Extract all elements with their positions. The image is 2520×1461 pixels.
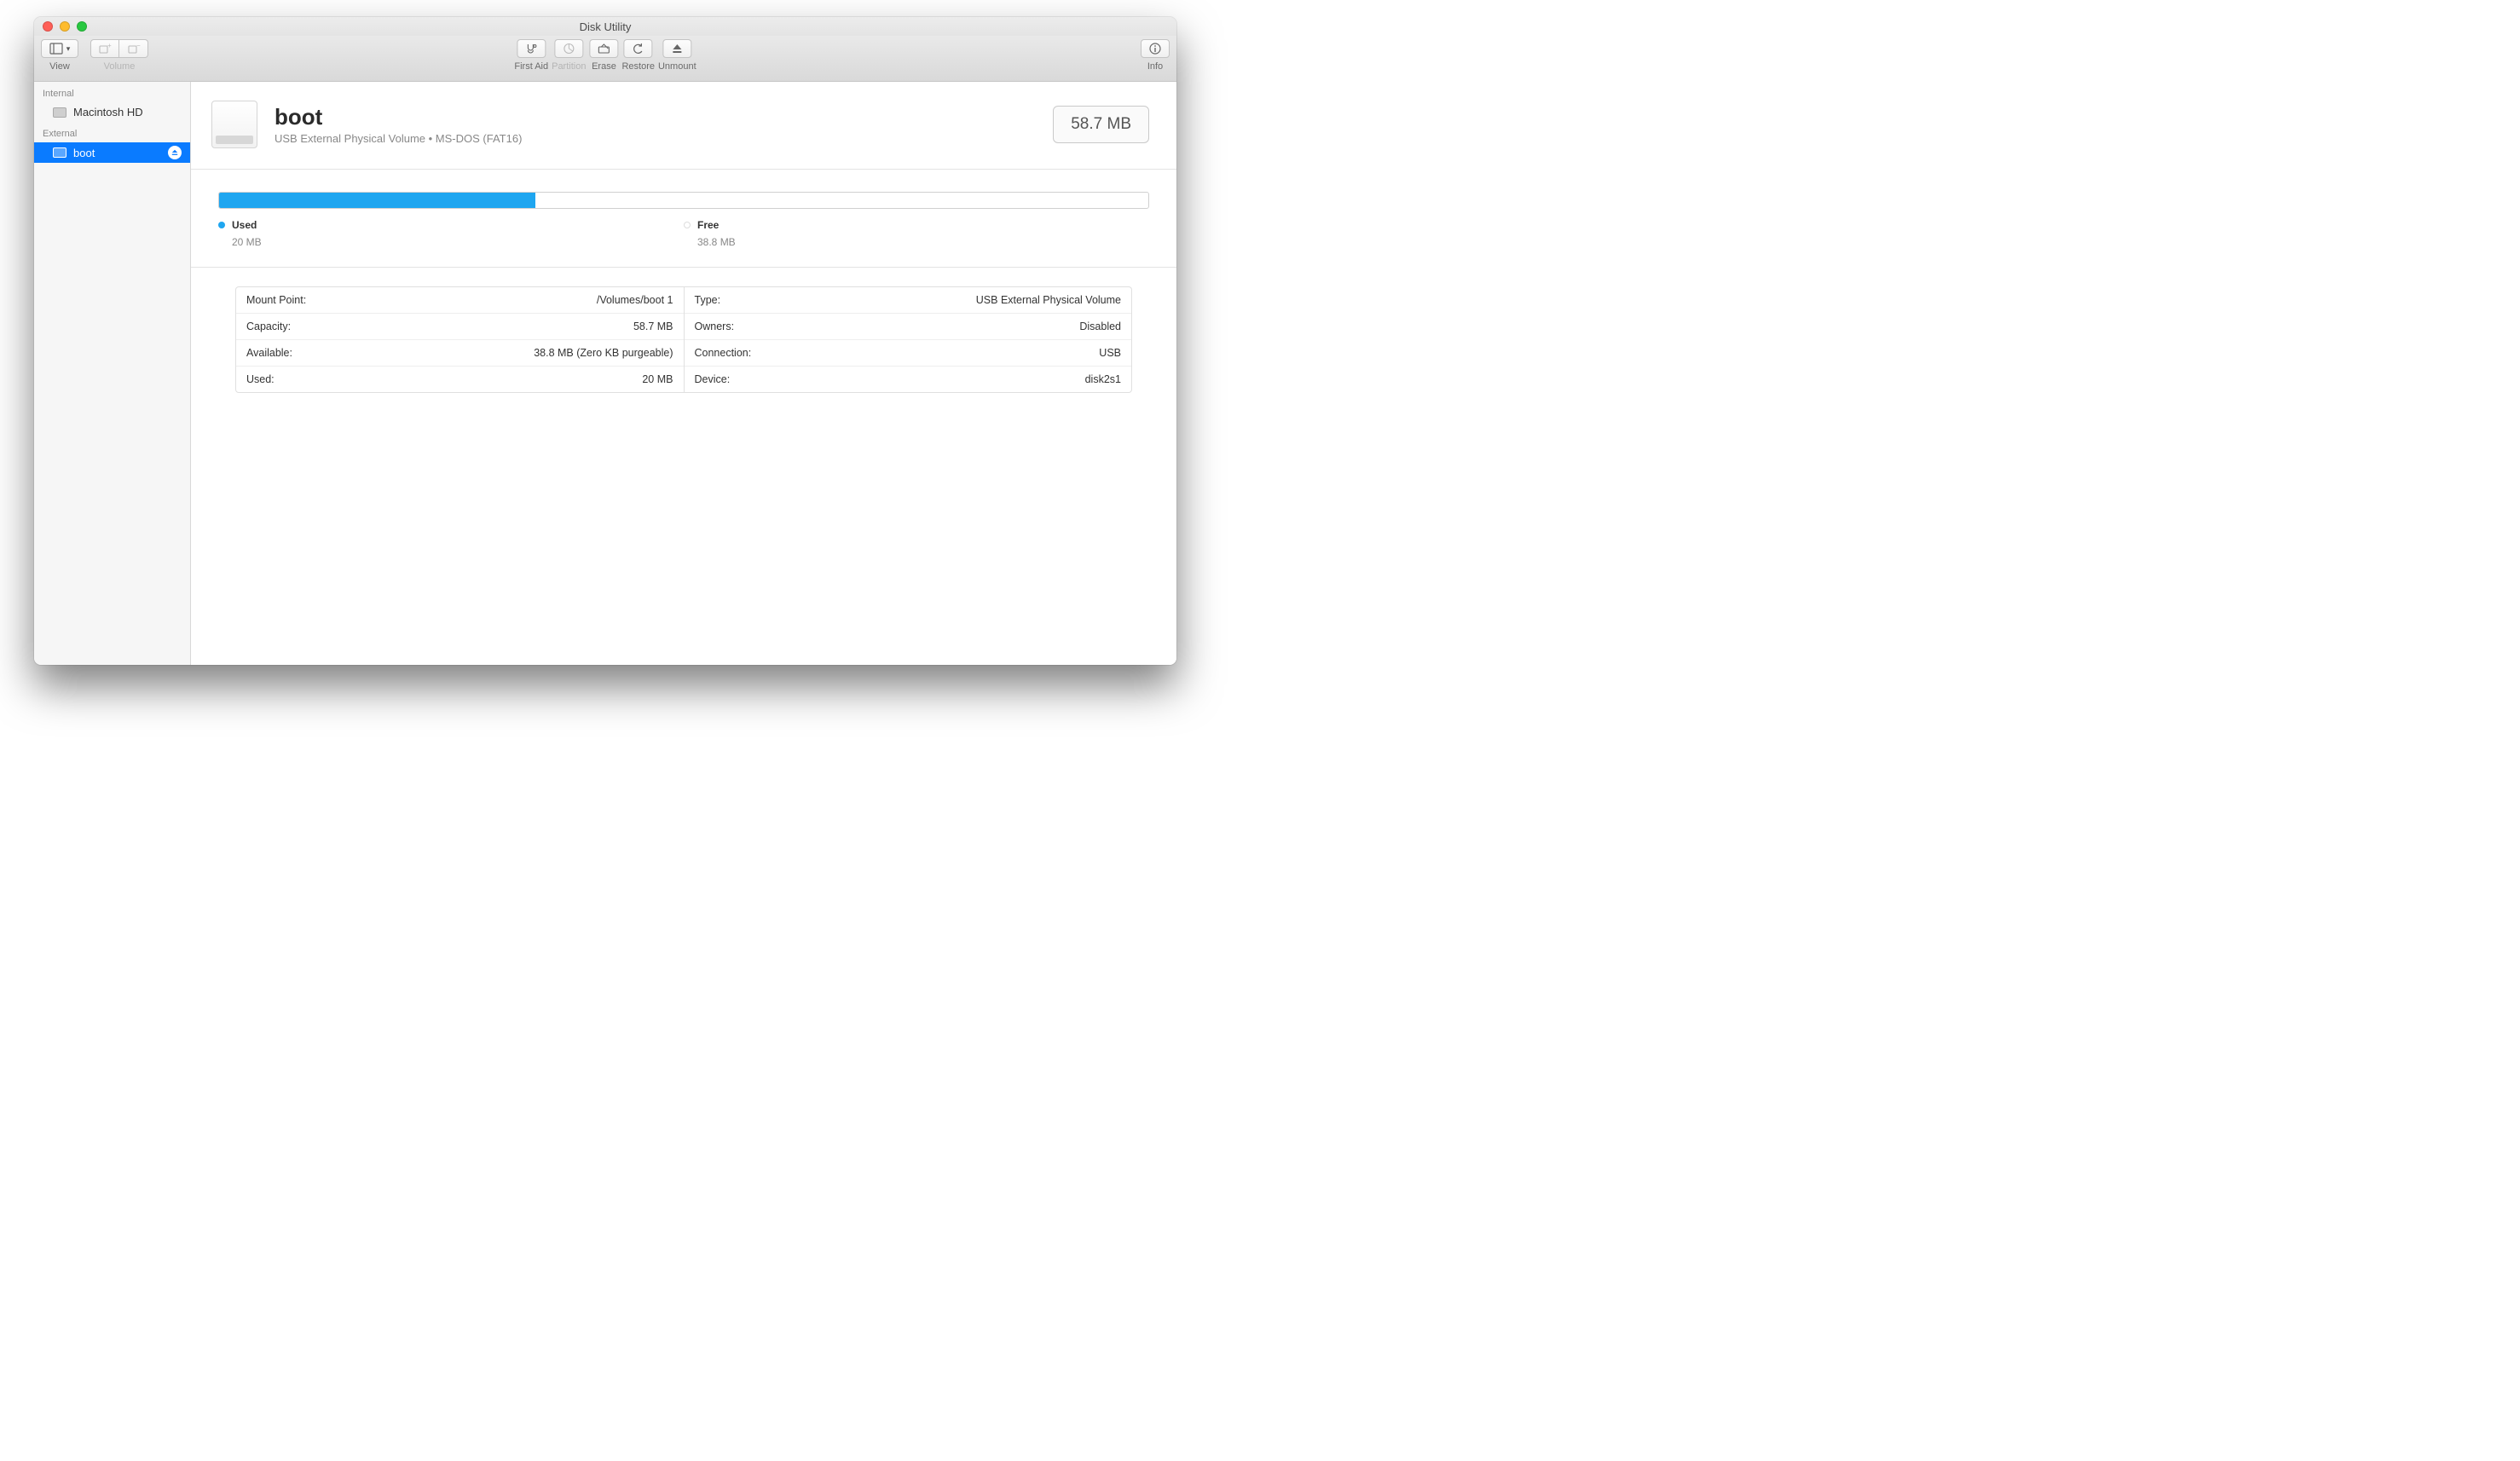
partition-button [554, 39, 583, 58]
volume-label: Volume [104, 61, 136, 72]
details-value: 58.7 MB [633, 320, 673, 332]
details-row: Connection: USB [685, 340, 1132, 367]
details-row: Mount Point: /Volumes/boot 1 [236, 287, 684, 314]
details-row: Device: disk2s1 [685, 367, 1132, 392]
svg-text:+: + [107, 42, 112, 49]
details-key: Mount Point: [246, 294, 306, 306]
chevron-down-icon: ▾ [66, 44, 71, 54]
volume-name: boot [275, 104, 1036, 130]
erase-icon [597, 42, 610, 55]
first-aid-label: First Aid [514, 61, 548, 72]
sidebar-item-macintosh-hd[interactable]: Macintosh HD [34, 102, 190, 122]
details-value: 20 MB [642, 373, 673, 385]
volume-icon [211, 101, 257, 148]
sidebar-item-label: boot [73, 147, 95, 159]
info-button[interactable] [1141, 39, 1170, 58]
disk-utility-window: Disk Utility ▾ View + − Volume [34, 17, 1176, 665]
details-key: Device: [695, 373, 731, 385]
details-section: Mount Point: /Volumes/boot 1 Capacity: 58.7… [191, 268, 1176, 412]
legend-used-label: Used [232, 219, 257, 231]
svg-text:−: − [136, 42, 141, 49]
sidebar-internal-header: Internal [34, 82, 190, 102]
details-row: Capacity: 58.7 MB [236, 314, 684, 340]
details-key: Capacity: [246, 320, 291, 332]
details-key: Available: [246, 347, 292, 359]
details-value: USB External Physical Volume [976, 294, 1121, 306]
details-key: Used: [246, 373, 275, 385]
eject-icon [171, 149, 178, 156]
eject-icon [670, 42, 684, 55]
usage-fill-used [219, 193, 535, 208]
restore-icon [632, 42, 645, 55]
details-value: Disabled [1079, 320, 1121, 332]
volume-total-size: 58.7 MB [1053, 106, 1149, 143]
window-title: Disk Utility [34, 20, 1176, 33]
erase-label: Erase [592, 61, 616, 72]
body: Internal Macintosh HD External boot boot [34, 82, 1176, 665]
details-value: USB [1099, 347, 1121, 359]
eject-button[interactable] [168, 146, 182, 159]
plus-disk-icon: + [98, 42, 112, 55]
volume-add-button[interactable]: + [90, 39, 119, 58]
info-icon [1148, 42, 1162, 55]
legend-dot-free [684, 222, 691, 228]
details-row: Used: 20 MB [236, 367, 684, 392]
maximize-button[interactable] [77, 21, 87, 32]
details-value: 38.8 MB (Zero KB purgeable) [534, 347, 673, 359]
details-value: disk2s1 [1085, 373, 1121, 385]
legend-dot-used [218, 222, 225, 228]
sidebar-item-label: Macintosh HD [73, 106, 143, 118]
view-label: View [49, 61, 70, 72]
details-key: Owners: [695, 320, 735, 332]
usage-bar [218, 192, 1149, 209]
info-label: Info [1147, 61, 1163, 72]
volume-remove-button[interactable]: − [119, 39, 148, 58]
content: boot USB External Physical Volume • MS-D… [191, 82, 1176, 665]
sidebar: Internal Macintosh HD External boot [34, 82, 191, 665]
restore-button[interactable] [624, 39, 653, 58]
titlebar: Disk Utility [34, 17, 1176, 36]
volume-subtitle: USB External Physical Volume • MS-DOS (F… [275, 132, 1036, 145]
disk-icon [53, 147, 66, 158]
details-row: Available: 38.8 MB (Zero KB purgeable) [236, 340, 684, 367]
restore-label: Restore [621, 61, 655, 72]
volume-header: boot USB External Physical Volume • MS-D… [191, 82, 1176, 170]
details-row: Owners: Disabled [685, 314, 1132, 340]
details-value: /Volumes/boot 1 [597, 294, 673, 306]
disk-icon [53, 107, 66, 118]
details-grid: Mount Point: /Volumes/boot 1 Capacity: 58.7… [235, 286, 1132, 393]
legend-free-label: Free [697, 219, 719, 231]
partition-label: Partition [552, 61, 586, 72]
details-row: Type: USB External Physical Volume [685, 287, 1132, 314]
details-col-right: Type: USB External Physical Volume Owners:… [685, 287, 1132, 392]
details-key: Connection: [695, 347, 752, 359]
close-button[interactable] [43, 21, 53, 32]
minimize-button[interactable] [60, 21, 70, 32]
sidebar-icon [49, 42, 63, 55]
legend-free-value: 38.8 MB [684, 236, 1149, 248]
stethoscope-icon [524, 42, 538, 55]
sidebar-item-boot[interactable]: boot [34, 142, 190, 163]
traffic-lights [34, 21, 87, 32]
usage-section: Used 20 MB Free 38.8 MB [191, 170, 1176, 268]
details-key: Type: [695, 294, 721, 306]
minus-disk-icon: − [127, 42, 141, 55]
toolbar: ▾ View + − Volume First Aid [34, 36, 1176, 82]
erase-button[interactable] [589, 39, 618, 58]
legend-used-value: 20 MB [218, 236, 684, 248]
view-button[interactable]: ▾ [41, 39, 78, 58]
partition-icon [562, 42, 575, 55]
unmount-button[interactable] [662, 39, 691, 58]
sidebar-external-header: External [34, 122, 190, 142]
first-aid-button[interactable] [517, 39, 546, 58]
unmount-label: Unmount [658, 61, 696, 72]
details-col-left: Mount Point: /Volumes/boot 1 Capacity: 58.7… [236, 287, 685, 392]
